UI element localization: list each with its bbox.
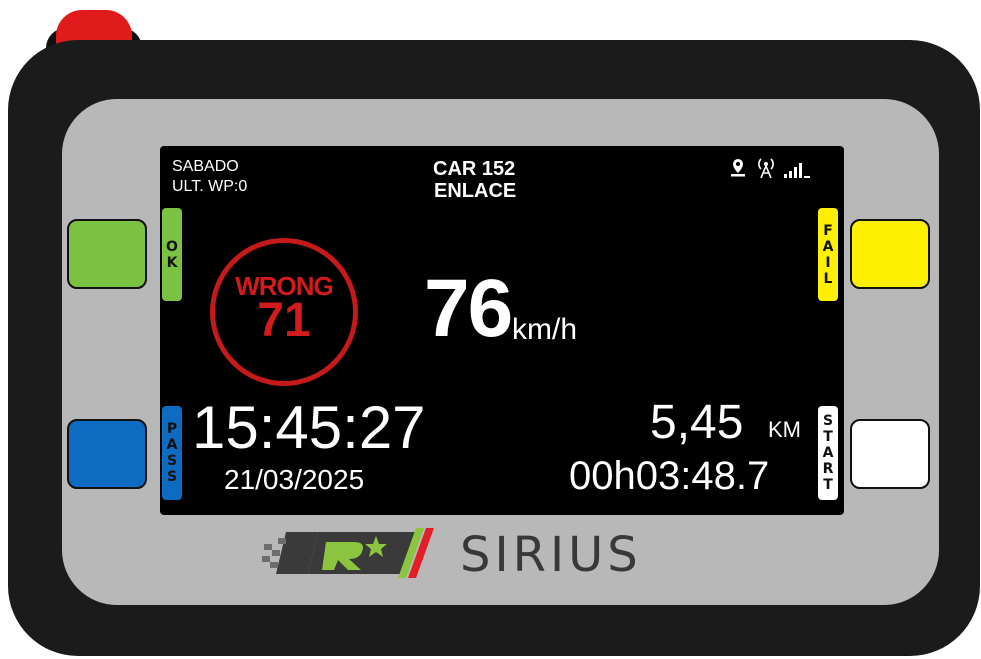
tag-letter: A xyxy=(822,445,834,461)
sirius-logo-icon xyxy=(262,528,434,578)
fail-hardware-button[interactable] xyxy=(850,219,930,289)
tag-letter: S xyxy=(166,469,178,485)
wrong-indicator: WRONG 71 xyxy=(210,238,358,386)
tag-letter: R xyxy=(822,461,834,477)
signal-bars-icon xyxy=(784,163,810,178)
weekday-label: SABADO xyxy=(172,158,239,175)
fail-label-tag: FAIL xyxy=(818,208,838,301)
speed-unit: km/h xyxy=(512,313,578,346)
pass-hardware-button[interactable] xyxy=(67,419,147,489)
last-waypoint-label: ULT. WP:0 xyxy=(172,178,248,195)
tag-letter: S xyxy=(166,453,178,469)
ok-hardware-button[interactable] xyxy=(67,219,147,289)
clock-date: 21/03/2025 xyxy=(224,464,365,495)
clock-time: 15:45:27 xyxy=(192,394,426,461)
start-label-tag: START xyxy=(818,406,838,500)
wrong-value: 71 xyxy=(257,294,311,347)
tag-letter: K xyxy=(166,254,178,271)
link-status: ENLACE xyxy=(434,180,517,202)
tag-letter: L xyxy=(823,270,833,287)
tag-letter: O xyxy=(166,238,178,255)
location-pin-icon xyxy=(731,159,745,177)
elapsed-time: 00h03:48.7 xyxy=(569,454,770,498)
tag-letter: P xyxy=(166,421,178,437)
tag-letter: S xyxy=(822,413,834,429)
start-hardware-button[interactable] xyxy=(850,419,930,489)
tag-letter: A xyxy=(166,437,178,453)
tag-letter: T xyxy=(823,429,833,445)
status-icons xyxy=(731,158,810,179)
distance-unit: KM xyxy=(768,417,801,442)
antenna-icon xyxy=(758,158,774,179)
pass-label-tag: PASS xyxy=(162,406,182,500)
tag-letter: T xyxy=(823,477,833,493)
distance-value: 5,45 xyxy=(650,396,744,449)
tag-letter: F xyxy=(823,222,833,239)
ok-label-tag: OK xyxy=(162,208,182,301)
tag-letter: I xyxy=(825,254,831,271)
brand-name: SIRIUS xyxy=(460,527,642,583)
speed-value: 76 xyxy=(424,263,513,354)
display-screen: OK PASS FAIL START SABADO ULT. WP:0 CAR … xyxy=(160,146,844,515)
car-number: CAR 152 xyxy=(433,158,516,180)
tag-letter: A xyxy=(822,238,834,255)
